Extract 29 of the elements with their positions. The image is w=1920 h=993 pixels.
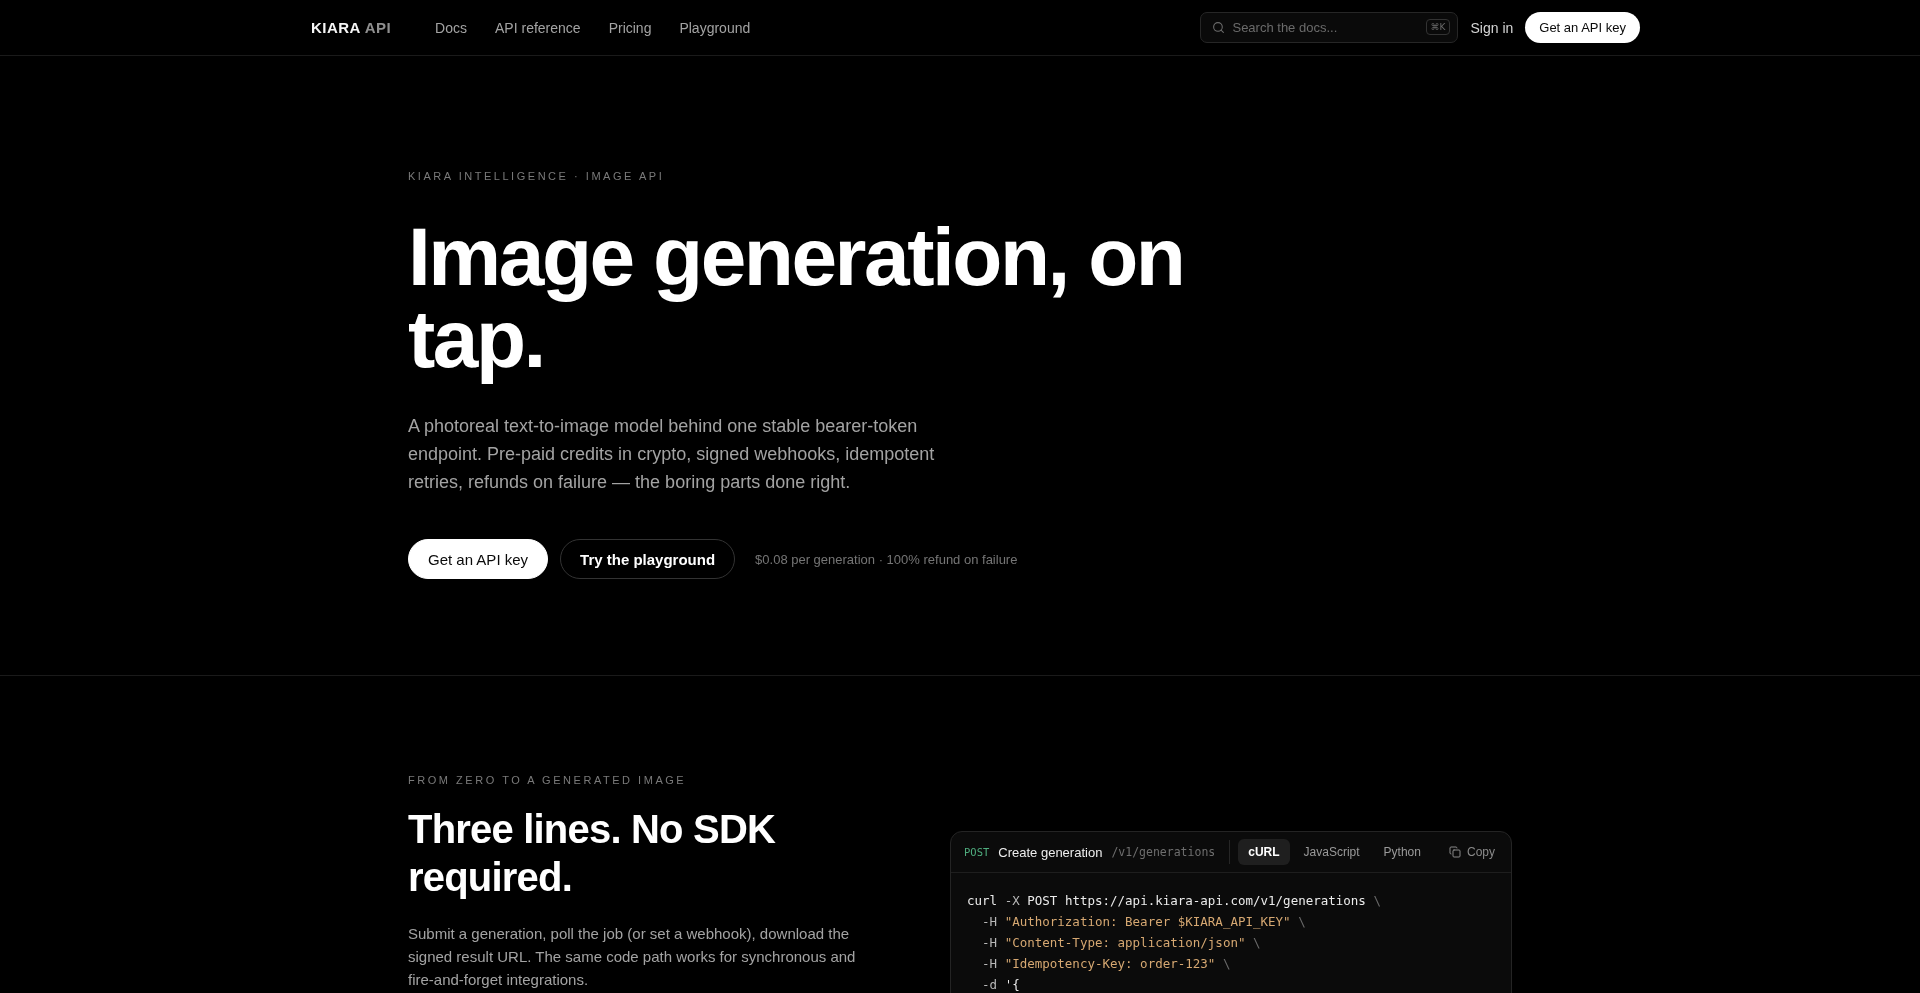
pricing-note: $0.08 per generation · 100% refund on failure — [755, 551, 1018, 567]
hero-description: A photoreal text-to-image model behind one stable bearer-token endpoint. Pre-paid credits in crypto, signed webhooks, idempotent retries, refunds on failure — the boring parts done right. — [408, 415, 936, 494]
logo[interactable]: KIARA API — [311, 19, 392, 36]
section-title: Three lines. No SDK required. — [408, 806, 777, 901]
code-line: -H "Content-Type: application/json" \ — [982, 934, 1261, 952]
nav-link[interactable]: Pricing — [608, 19, 652, 36]
nav-link[interactable]: API reference — [495, 19, 581, 36]
code-line: -H "Authorization: Bearer $KIARA_API_KEY" \ — [982, 913, 1306, 931]
endpoint-path: /v1/generations — [1111, 845, 1216, 859]
language-tab[interactable]: JavaScript — [1293, 839, 1370, 865]
nav-link[interactable]: Docs — [435, 19, 467, 36]
cta-button[interactable]: Get an API key — [1525, 12, 1640, 43]
nav-link[interactable]: Playground — [679, 19, 751, 36]
section-eyebrow: FROM ZERO TO A GENERATED IMAGE — [408, 773, 687, 788]
shortcut-hint: ⌘K — [1425, 19, 1451, 35]
method-label: POST — [964, 846, 990, 858]
hero-eyebrow: KIARA INTELLIGENCE · IMAGE API — [408, 169, 665, 184]
search-icon — [1212, 21, 1226, 34]
copy-icon — [1449, 846, 1461, 858]
code-line: curl -X POST https://api.kiara-api.com/v1/generations \ — [967, 892, 1381, 910]
section-description: Submit a generation, poll the job (or set a webhook), download the signed result URL. The same code path works for synchronous and fire-and-forget integrations. — [408, 924, 857, 990]
copy-button[interactable]: Copy — [1449, 845, 1495, 859]
endpoint-title: Create generation — [998, 844, 1103, 860]
code-line: -d '{ — [982, 976, 1020, 993]
cta-button[interactable]: Get an API key — [408, 539, 549, 579]
sign-in-link[interactable]: Sign in — [1470, 19, 1514, 36]
language-tab[interactable]: cURL — [1238, 839, 1290, 865]
language-tab[interactable]: Python — [1373, 839, 1431, 865]
code-line: -H "Idempotency-Key: order-123" \ — [982, 955, 1231, 973]
